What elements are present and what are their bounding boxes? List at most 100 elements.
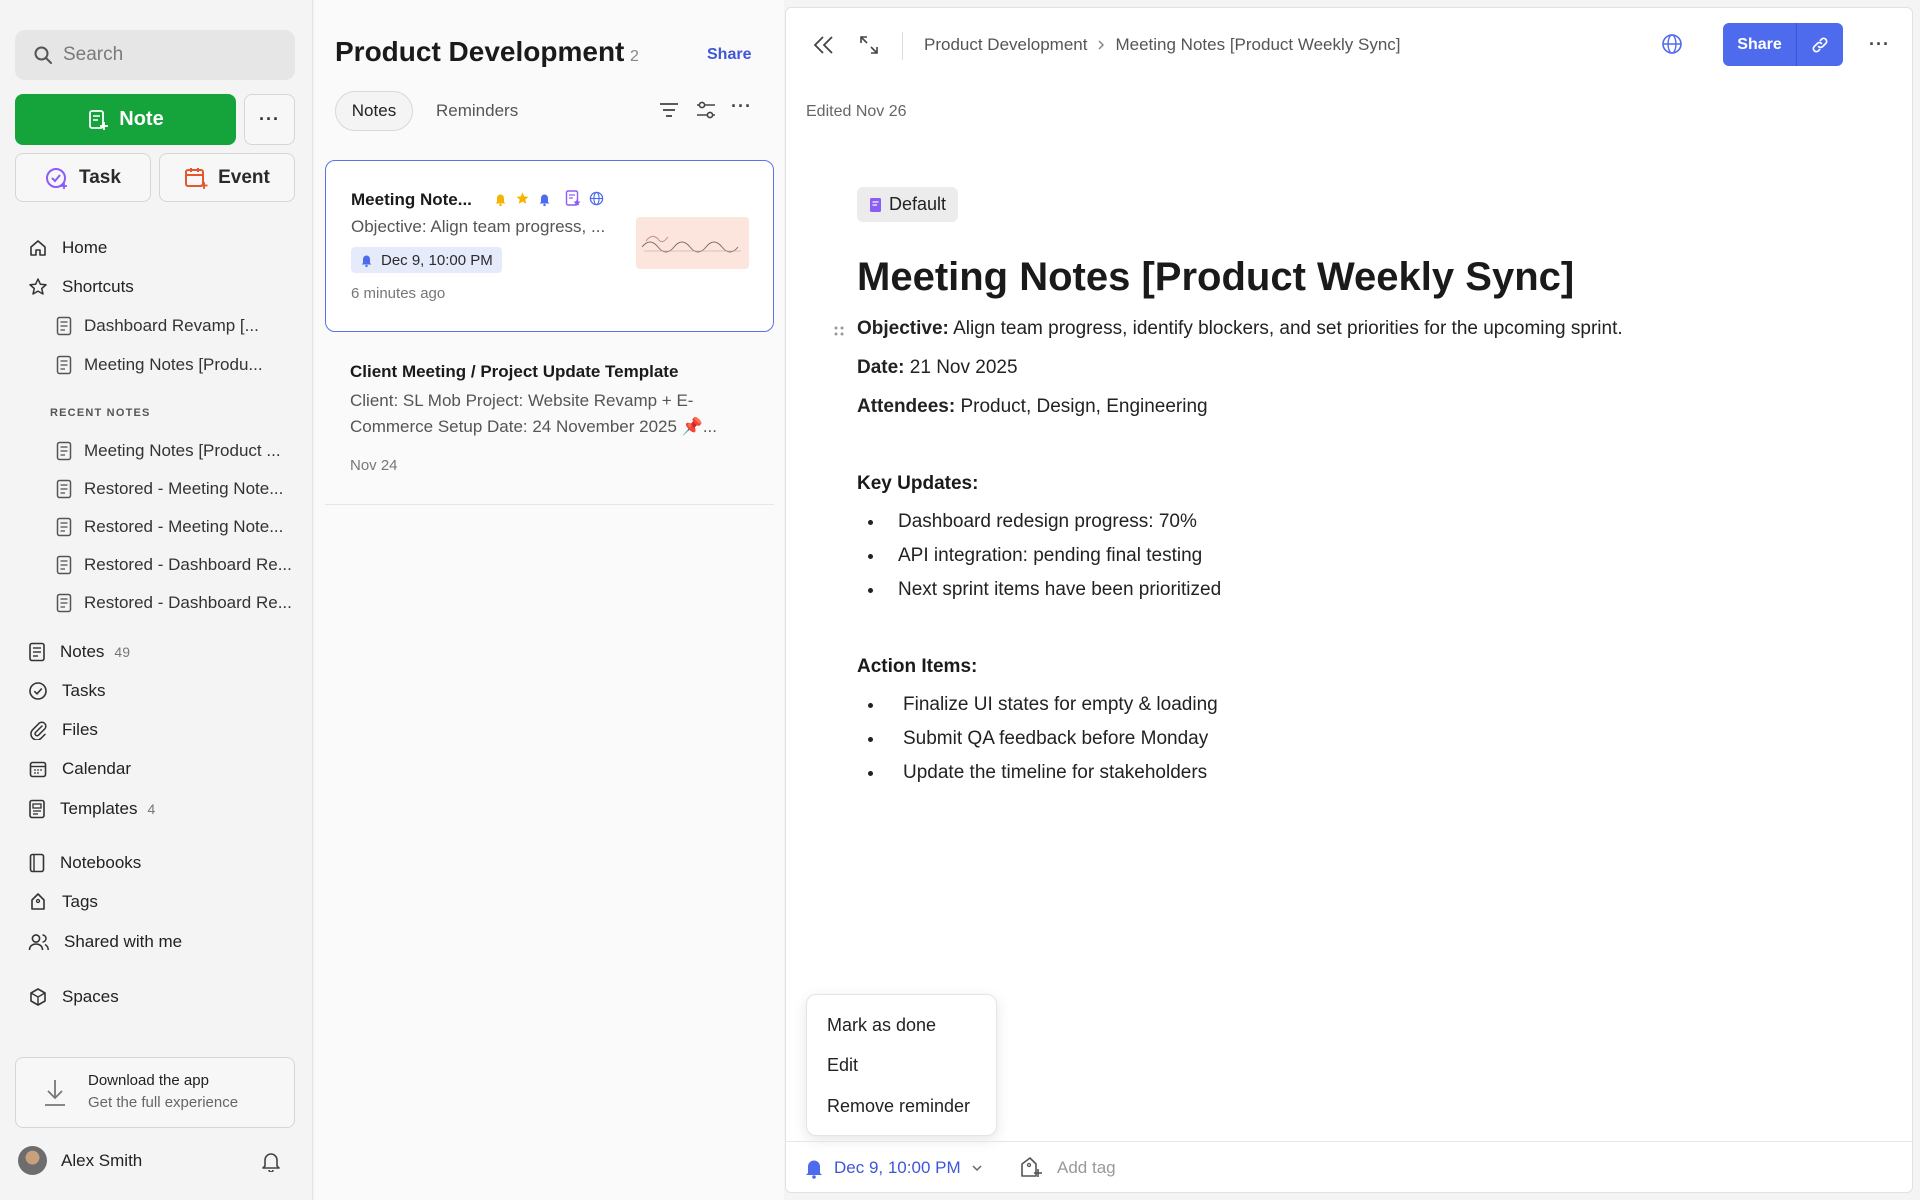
- recent-note-item[interactable]: Meeting Notes [Product ...: [56, 435, 299, 467]
- chevron-down-icon: [971, 1164, 983, 1172]
- avatar: [18, 1146, 47, 1175]
- list-item[interactable]: Update the timeline for stakeholders: [868, 762, 1207, 784]
- bullet: [868, 553, 873, 559]
- breadcrumb-notebook[interactable]: Product Development: [924, 35, 1087, 55]
- tab-notes[interactable]: Notes: [335, 91, 413, 131]
- date-line[interactable]: Date: 21 Nov 2025: [857, 357, 1018, 379]
- objective-line[interactable]: Objective: Align team progress, identify…: [857, 318, 1623, 340]
- note-title[interactable]: Meeting Notes [Product Weekly Sync]: [857, 255, 1574, 300]
- recent-note-item[interactable]: Restored - Meeting Note...: [56, 473, 299, 505]
- date-text: 21 Nov 2025: [904, 357, 1018, 378]
- breadcrumb: Product Development Meeting Notes [Produ…: [924, 35, 1401, 55]
- note-card-selected[interactable]: Meeting Note... Objective: Align team pr…: [325, 160, 774, 332]
- bullet: [868, 702, 873, 708]
- list-item[interactable]: Next sprint items have been prioritized: [868, 579, 1221, 601]
- new-event-label: Event: [218, 166, 270, 188]
- new-task-button[interactable]: Task: [15, 153, 151, 202]
- nav-files[interactable]: Files: [28, 714, 98, 746]
- tag-plus-icon: [1019, 1156, 1043, 1180]
- users-icon: [28, 932, 50, 952]
- check-circle-icon: [28, 681, 48, 701]
- share-button-label: Share: [1723, 23, 1797, 66]
- collapse-left-icon[interactable]: [812, 34, 836, 56]
- nav-calendar[interactable]: Calendar: [28, 753, 131, 785]
- nav-home[interactable]: Home: [28, 232, 107, 264]
- recent-note-item[interactable]: Restored - Dashboard Re...: [56, 587, 299, 619]
- user-profile[interactable]: Alex Smith: [18, 1146, 142, 1175]
- search-input[interactable]: Search: [15, 30, 295, 80]
- remove-reminder-option[interactable]: Remove reminder: [827, 1096, 970, 1117]
- editor-more-icon[interactable]: ···: [1869, 34, 1890, 55]
- reminder-menu: Mark as done Edit Remove reminder: [806, 994, 997, 1136]
- bullet: [868, 736, 873, 742]
- new-event-button[interactable]: Event: [159, 153, 295, 202]
- drag-handle-icon[interactable]: [832, 324, 846, 340]
- list-item[interactable]: Finalize UI states for empty & loading: [868, 694, 1218, 716]
- reminder-dropdown[interactable]: Dec 9, 10:00 PM: [804, 1157, 983, 1179]
- chevron-right-icon: [1097, 39, 1105, 51]
- list-item[interactable]: Dashboard redesign progress: 70%: [868, 511, 1197, 533]
- bullet: [868, 587, 873, 593]
- nav-notebooks[interactable]: Notebooks: [28, 847, 141, 879]
- note-card-time: 6 minutes ago: [351, 285, 446, 302]
- note-card-excerpt: Client: SL Mob Project: Website Revamp +…: [350, 391, 718, 436]
- filter-settings-icon[interactable]: [694, 98, 718, 122]
- shortcut-item[interactable]: Dashboard Revamp [...: [56, 310, 299, 342]
- recent-note-label: Restored - Dashboard Re...: [84, 593, 292, 612]
- nav-templates[interactable]: Templates 4: [28, 793, 155, 825]
- key-updates-heading[interactable]: Key Updates:: [857, 473, 978, 495]
- note-icon: [56, 441, 72, 461]
- add-tag-label: Add tag: [1057, 1158, 1116, 1177]
- action-items-heading[interactable]: Action Items:: [857, 656, 977, 678]
- shortcut-item[interactable]: Meeting Notes [Produ...: [56, 349, 299, 381]
- nav-calendar-label: Calendar: [62, 759, 131, 778]
- search-icon: [33, 45, 53, 65]
- nav-spaces[interactable]: Spaces: [28, 981, 119, 1013]
- note-card-badges: [494, 190, 604, 207]
- globe-icon[interactable]: [1661, 33, 1683, 55]
- recent-notes-heading: RECENT NOTES: [50, 407, 151, 419]
- notifications-bell-icon[interactable]: [260, 1150, 282, 1172]
- note-icon: [56, 517, 72, 537]
- new-note-button[interactable]: Note: [15, 94, 236, 145]
- breadcrumb-note: Meeting Notes [Product Weekly Sync]: [1115, 35, 1401, 54]
- share-button[interactable]: Share: [1723, 23, 1843, 66]
- list-item[interactable]: API integration: pending final testing: [868, 545, 1202, 567]
- nav-shared[interactable]: Shared with me: [28, 926, 182, 958]
- nav-shortcuts[interactable]: Shortcuts: [28, 271, 134, 303]
- tab-reminders[interactable]: Reminders: [436, 91, 518, 131]
- download-app-banner[interactable]: Download the app Get the full experience: [15, 1057, 295, 1128]
- bullet: [868, 519, 873, 525]
- copy-link-icon[interactable]: [1797, 23, 1843, 66]
- template-icon: [28, 799, 46, 819]
- nav-tags[interactable]: Tags: [28, 886, 98, 918]
- recent-note-item[interactable]: Restored - Meeting Note...: [56, 511, 299, 543]
- more-create-button[interactable]: ···: [244, 94, 295, 145]
- notebook-share-link[interactable]: Share: [707, 46, 751, 64]
- list-more-icon[interactable]: ···: [731, 96, 752, 117]
- download-subtitle: Get the full experience: [88, 1094, 239, 1111]
- recent-note-item[interactable]: Restored - Dashboard Re...: [56, 549, 299, 581]
- attendees-line[interactable]: Attendees: Product, Design, Engineering: [857, 396, 1208, 418]
- list-item-text: API integration: pending final testing: [898, 545, 1203, 566]
- calendar-icon: [28, 759, 48, 779]
- edit-reminder-option[interactable]: Edit: [827, 1055, 858, 1076]
- mark-as-done-option[interactable]: Mark as done: [827, 1015, 936, 1036]
- download-icon: [42, 1078, 68, 1108]
- template-badge-icon: [565, 190, 581, 207]
- reminder-badge-icon: [538, 192, 551, 206]
- paperclip-icon: [28, 720, 48, 740]
- list-item[interactable]: Submit QA feedback before Monday: [868, 728, 1208, 750]
- add-tag-button[interactable]: Add tag: [1019, 1156, 1116, 1180]
- list-item-text: Next sprint items have been prioritized: [898, 579, 1222, 600]
- sort-icon[interactable]: [657, 98, 681, 122]
- nav-notes[interactable]: Notes 49: [28, 636, 130, 668]
- note-tag-chip[interactable]: Default: [857, 187, 959, 222]
- recent-note-label: Restored - Dashboard Re...: [84, 555, 292, 574]
- expand-icon[interactable]: [858, 34, 880, 56]
- note-card[interactable]: Client Meeting / Project Update Template…: [325, 345, 774, 505]
- nav-files-label: Files: [62, 720, 98, 739]
- nav-tasks[interactable]: Tasks: [28, 675, 105, 707]
- search-placeholder: Search: [63, 44, 124, 65]
- nav-templates-label: Templates: [60, 799, 138, 818]
